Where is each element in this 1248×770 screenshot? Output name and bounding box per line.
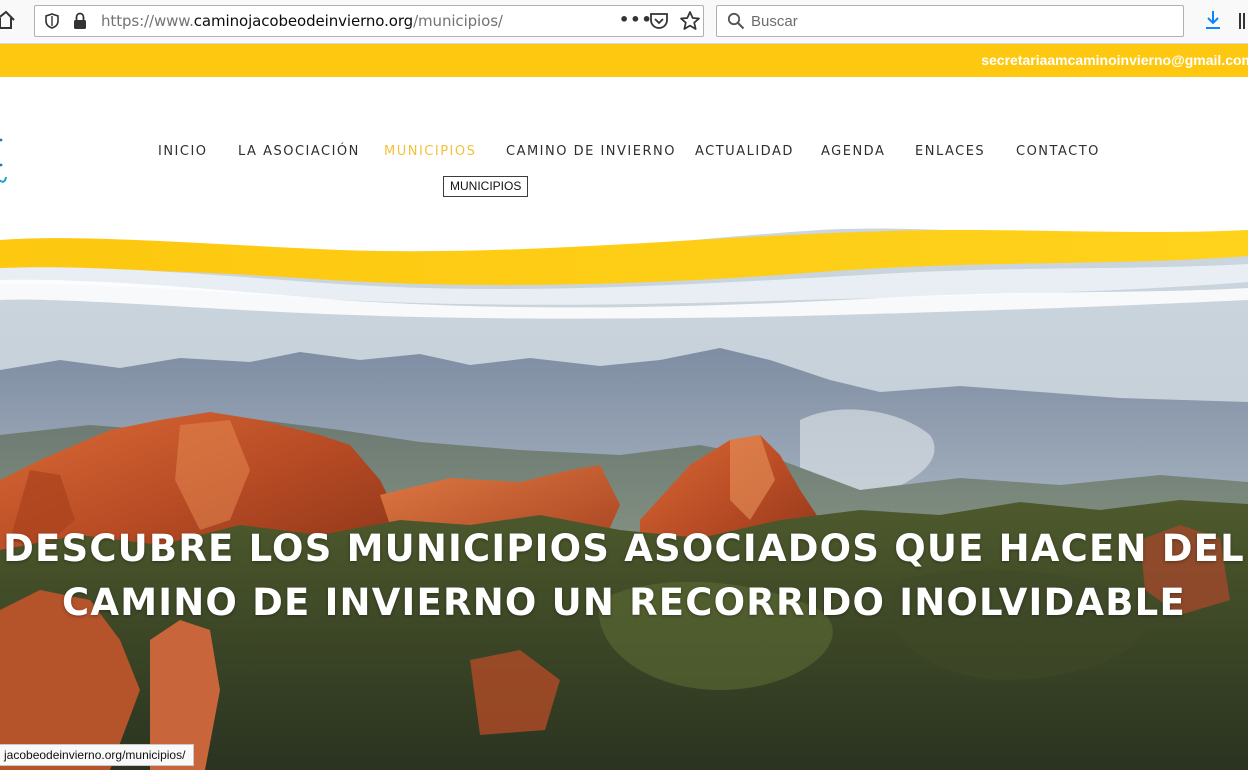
nav-item-agenda[interactable]: AGENDA	[821, 144, 885, 159]
hero-title-line-1: DESCUBRE LOS MUNICIPIOS ASOCIADOS QUE HA…	[3, 527, 1245, 570]
hero-banner: DESCUBRE LOS MUNICIPIOS ASOCIADOS QUE HA…	[0, 220, 1248, 770]
nav-item-municipios[interactable]: MUNICIPIOS	[384, 144, 476, 159]
nav-item-actualidad[interactable]: ACTUALIDAD	[695, 144, 794, 159]
browser-toolbar: https://www.caminojacobeodeinvierno.org/…	[0, 0, 1248, 44]
lock-icon[interactable]	[73, 12, 87, 30]
magnifier-icon	[727, 12, 745, 30]
url-prefix: https://www.	[101, 12, 194, 30]
nav-item-asociacion[interactable]: LA ASOCIACIÓN	[238, 144, 360, 159]
site-logo[interactable]	[0, 137, 8, 187]
search-bar[interactable]: Buscar	[716, 5, 1184, 37]
contact-email-link[interactable]: secretariaamcaminoinvierno@gmail.com	[981, 52, 1248, 68]
more-actions-icon[interactable]: •••	[619, 10, 653, 29]
download-icon[interactable]	[1204, 9, 1222, 31]
nav-tooltip: MUNICIPIOS	[443, 176, 529, 197]
url-domain: caminojacobeodeinvierno.org	[193, 12, 414, 30]
top-contact-bar: secretariaamcaminoinvierno@gmail.com	[0, 44, 1248, 77]
hero-title: DESCUBRE LOS MUNICIPIOS ASOCIADOS QUE HA…	[0, 522, 1248, 630]
pocket-icon[interactable]	[649, 12, 669, 30]
url-path: /municipios/	[413, 12, 503, 30]
nav-item-enlaces[interactable]: ENLACES	[915, 144, 985, 159]
nav-item-contacto[interactable]: CONTACTO	[1016, 144, 1100, 159]
library-icon[interactable]	[1238, 12, 1248, 32]
url-bar[interactable]: https://www.caminojacobeodeinvierno.org/…	[34, 5, 704, 37]
browser-status-bar: jacobeodeinvierno.org/municipios/	[0, 744, 195, 766]
home-icon[interactable]	[0, 10, 18, 30]
search-placeholder: Buscar	[751, 13, 798, 30]
nav-item-camino-de-invierno[interactable]: CAMINO DE INVIERNO	[506, 144, 676, 159]
hero-landscape-image	[0, 220, 1248, 770]
nav-item-inicio[interactable]: INICIO	[158, 144, 208, 159]
url-text[interactable]: https://www.caminojacobeodeinvierno.org/…	[101, 12, 503, 30]
shield-icon[interactable]	[45, 13, 59, 29]
star-icon[interactable]	[679, 10, 701, 32]
hero-title-line-2: CAMINO DE INVIERNO UN RECORRIDO INOLVIDA…	[62, 581, 1186, 624]
